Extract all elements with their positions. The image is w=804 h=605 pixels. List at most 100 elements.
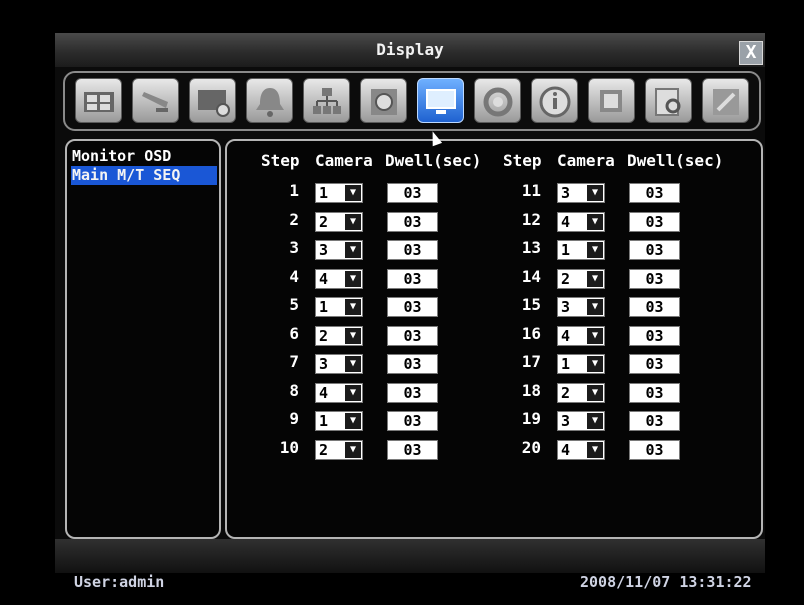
camera-select[interactable]: 1 ▼ bbox=[557, 354, 605, 374]
dwell-input[interactable]: 03 bbox=[629, 183, 680, 203]
camera-tool-button[interactable] bbox=[75, 78, 122, 123]
chevron-down-icon[interactable]: ▼ bbox=[587, 213, 603, 230]
camera-select[interactable]: 2 ▼ bbox=[315, 439, 363, 460]
chevron-down-icon[interactable]: ▼ bbox=[587, 270, 603, 287]
step-number: 8 bbox=[289, 380, 299, 400]
camera-select[interactable]: 4 ▼ bbox=[315, 268, 363, 289]
camera-select[interactable]: 4 ▼ bbox=[557, 439, 605, 460]
dwell-input[interactable]: 03 bbox=[387, 211, 438, 232]
chevron-down-icon[interactable]: ▼ bbox=[345, 299, 361, 315]
chevron-down-icon[interactable]: ▼ bbox=[587, 441, 603, 458]
dwell-input[interactable]: 03 bbox=[387, 297, 438, 317]
system-tool-button[interactable] bbox=[474, 78, 521, 123]
camera-value: 4 bbox=[561, 326, 571, 345]
camera-select[interactable]: 1 ▼ bbox=[315, 183, 363, 203]
camera-value: 4 bbox=[319, 269, 329, 288]
chevron-down-icon[interactable]: ▼ bbox=[345, 242, 361, 258]
camera-select[interactable]: 3 ▼ bbox=[557, 411, 605, 431]
dwell-input[interactable]: 03 bbox=[629, 297, 680, 317]
camera-value: 2 bbox=[561, 383, 571, 402]
camera-select[interactable]: 1 ▼ bbox=[315, 297, 363, 317]
dwell-input[interactable]: 03 bbox=[629, 439, 680, 460]
chevron-down-icon[interactable]: ▼ bbox=[587, 185, 603, 201]
user-tool-button[interactable] bbox=[702, 78, 749, 123]
camera-select[interactable]: 3 ▼ bbox=[315, 354, 363, 374]
network-tool-button[interactable] bbox=[303, 78, 350, 123]
playback-tool-button[interactable] bbox=[588, 78, 635, 123]
camera-select[interactable]: 4 ▼ bbox=[557, 211, 605, 232]
chevron-down-icon[interactable]: ▼ bbox=[345, 213, 361, 230]
camera-value: 4 bbox=[319, 383, 329, 402]
chevron-down-icon[interactable]: ▼ bbox=[345, 356, 361, 372]
chevron-down-icon[interactable]: ▼ bbox=[587, 327, 603, 344]
chevron-down-icon[interactable]: ▼ bbox=[587, 299, 603, 315]
step-number: 16 bbox=[521, 323, 541, 343]
dwell-input[interactable]: 03 bbox=[629, 411, 680, 431]
dwell-input[interactable]: 03 bbox=[387, 268, 438, 289]
chevron-down-icon[interactable]: ▼ bbox=[587, 242, 603, 258]
user-label: User:admin bbox=[74, 573, 165, 591]
datetime-label: 2008/11/07 13:31:22 bbox=[580, 573, 752, 591]
chevron-down-icon[interactable]: ▼ bbox=[345, 327, 361, 344]
camera-select[interactable]: 4 ▼ bbox=[315, 382, 363, 403]
camera-value: 3 bbox=[561, 412, 571, 430]
dwell-input[interactable]: 03 bbox=[387, 411, 438, 431]
dwell-input[interactable]: 03 bbox=[629, 325, 680, 346]
step-number: 15 bbox=[521, 295, 541, 314]
chevron-down-icon[interactable]: ▼ bbox=[587, 384, 603, 401]
chevron-down-icon[interactable]: ▼ bbox=[345, 413, 361, 429]
step-number: 4 bbox=[289, 266, 299, 286]
camera-select[interactable]: 1 ▼ bbox=[315, 411, 363, 431]
camera-value: 3 bbox=[561, 184, 571, 202]
camera-select[interactable]: 3 ▼ bbox=[315, 240, 363, 260]
schedule-tool-button[interactable] bbox=[189, 78, 236, 123]
step-number: 13 bbox=[521, 238, 541, 257]
dwell-input[interactable]: 03 bbox=[387, 183, 438, 203]
chevron-down-icon[interactable]: ▼ bbox=[587, 413, 603, 429]
step-number: 7 bbox=[289, 352, 299, 371]
alarm-tool-button[interactable] bbox=[246, 78, 293, 123]
header-dwell-left: Dwell(sec) bbox=[385, 151, 482, 170]
dwell-input[interactable]: 03 bbox=[629, 382, 680, 403]
sidebar-item-1[interactable]: Main M/T SEQ bbox=[71, 166, 217, 185]
dwell-input[interactable]: 03 bbox=[387, 382, 438, 403]
camera-value: 2 bbox=[319, 212, 329, 231]
display-window: Display X Monitor OSD Main M/T SEQ Step C… bbox=[55, 33, 765, 573]
camera-select[interactable]: 3 ▼ bbox=[557, 183, 605, 203]
dwell-input[interactable]: 03 bbox=[629, 354, 680, 374]
chevron-down-icon[interactable]: ▼ bbox=[345, 185, 361, 201]
camera-value: 2 bbox=[319, 326, 329, 345]
display-tool-button[interactable] bbox=[417, 78, 464, 123]
chevron-down-icon[interactable]: ▼ bbox=[345, 441, 361, 458]
dwell-input[interactable]: 03 bbox=[387, 354, 438, 374]
dwell-input[interactable]: 03 bbox=[629, 211, 680, 232]
header-camera-left: Camera bbox=[315, 151, 373, 170]
info-tool-button[interactable] bbox=[531, 78, 578, 123]
camera-value: 1 bbox=[319, 184, 329, 202]
dwell-input[interactable]: 03 bbox=[387, 439, 438, 460]
camera-select[interactable]: 2 ▼ bbox=[315, 211, 363, 232]
dwell-input[interactable]: 03 bbox=[629, 240, 680, 260]
dwell-input[interactable]: 03 bbox=[629, 268, 680, 289]
dwell-input[interactable]: 03 bbox=[387, 325, 438, 346]
window-title: Display bbox=[376, 40, 444, 59]
camera-select[interactable]: 2 ▼ bbox=[315, 325, 363, 346]
camera-select[interactable]: 1 ▼ bbox=[557, 240, 605, 260]
camera-select[interactable]: 2 ▼ bbox=[557, 268, 605, 289]
camera-value: 2 bbox=[319, 440, 329, 459]
search-tool-button[interactable] bbox=[645, 78, 692, 123]
close-button[interactable]: X bbox=[739, 41, 763, 65]
chevron-down-icon[interactable]: ▼ bbox=[345, 384, 361, 401]
dwell-input[interactable]: 03 bbox=[387, 240, 438, 260]
record-tool-button[interactable] bbox=[132, 78, 179, 123]
camera-select[interactable]: 4 ▼ bbox=[557, 325, 605, 346]
step-number: 6 bbox=[289, 323, 299, 343]
chevron-down-icon[interactable]: ▼ bbox=[587, 356, 603, 372]
chevron-down-icon[interactable]: ▼ bbox=[345, 270, 361, 287]
sidebar-item-0[interactable]: Monitor OSD bbox=[71, 147, 217, 166]
disk-tool-button[interactable] bbox=[360, 78, 407, 123]
sequence-table: Step Camera Dwell(sec) Step Camera Dwell… bbox=[225, 139, 763, 539]
camera-select[interactable]: 3 ▼ bbox=[557, 297, 605, 317]
header-camera-right: Camera bbox=[557, 151, 615, 170]
camera-select[interactable]: 2 ▼ bbox=[557, 382, 605, 403]
